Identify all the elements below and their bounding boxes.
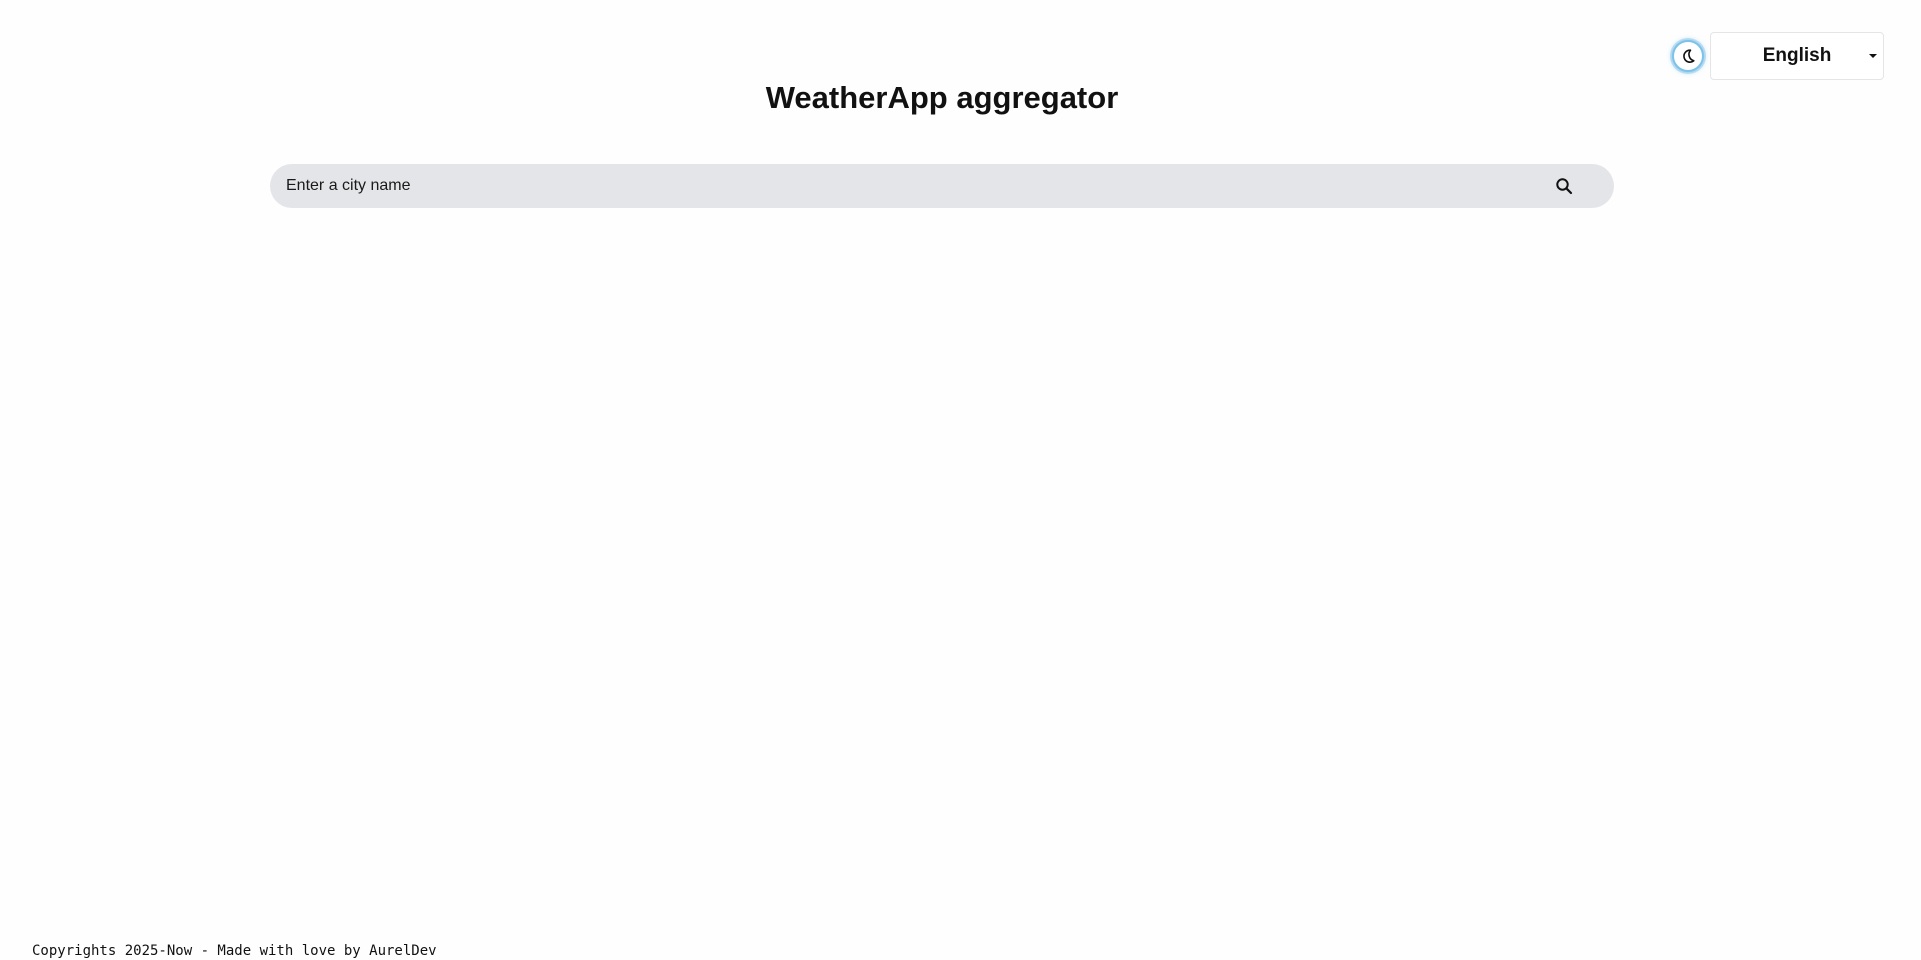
search-icon — [1555, 177, 1573, 195]
top-controls: English — [1672, 32, 1884, 80]
footer-copyright: Copyrights 2025-Now - Made with love by … — [32, 943, 437, 959]
language-select[interactable]: English — [1710, 32, 1884, 80]
chevron-down-icon — [1869, 54, 1877, 58]
theme-toggle-button[interactable] — [1672, 40, 1704, 72]
page-title: WeatherApp aggregator — [765, 80, 1119, 115]
page-header: WeatherApp aggregator — [270, 78, 1614, 118]
moon-icon — [1680, 48, 1696, 64]
search-bar — [270, 164, 1614, 208]
language-selected-value: English — [1762, 45, 1832, 66]
search-button[interactable] — [1548, 170, 1580, 202]
search-input[interactable] — [286, 164, 1548, 208]
